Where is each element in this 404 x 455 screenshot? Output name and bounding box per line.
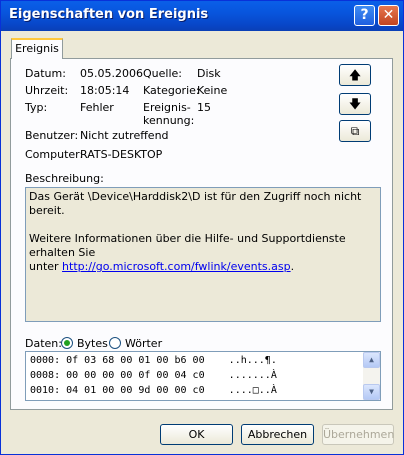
description-line-3: unter http://go.microsoft.com/fwlink/eve… bbox=[29, 260, 295, 273]
data-hex-view[interactable]: 0000: 0f 03 68 00 01 00 b6 00 ..h...¶. 0… bbox=[25, 351, 381, 401]
ok-button[interactable]: OK bbox=[160, 424, 233, 445]
close-button[interactable]: ✕ bbox=[378, 5, 399, 26]
properties-dialog: Eigenschaften von Ereignis ? ✕ Ereignis … bbox=[0, 0, 404, 455]
hex-row: 0000: 0f 03 68 00 01 00 b6 00 ..h...¶. bbox=[30, 355, 277, 366]
computer-label: Computer: bbox=[25, 148, 84, 161]
quelle-label: Quelle: bbox=[143, 67, 182, 80]
kategorie-value: Keine bbox=[197, 84, 228, 97]
bytes-radio-label: Bytes bbox=[77, 337, 108, 350]
tab-ereignis[interactable]: Ereignis bbox=[11, 38, 63, 59]
quelle-value: Disk bbox=[197, 67, 221, 80]
next-event-button[interactable]: 🡇 bbox=[339, 93, 371, 115]
benutzer-value: Nicht zutreffend bbox=[80, 129, 169, 142]
help-button[interactable]: ? bbox=[354, 5, 375, 26]
kennung-value: 15 bbox=[197, 101, 211, 114]
kategorie-label: Kategorie: bbox=[143, 84, 200, 97]
copy-icon: ⧉ bbox=[350, 124, 360, 138]
hex-row: 0008: 00 00 00 00 0f 00 04 c0 .......À bbox=[30, 370, 277, 381]
previous-event-button[interactable]: 🡅 bbox=[339, 64, 371, 86]
uhrzeit-label: Uhrzeit: bbox=[25, 84, 69, 97]
bytes-radio[interactable] bbox=[61, 337, 73, 349]
description-label: Beschreibung: bbox=[25, 172, 104, 185]
datum-value: 05.05.2006 bbox=[80, 67, 143, 80]
description-line-2: Weitere Informationen über die Hilfe- un… bbox=[29, 232, 346, 259]
scroll-down-icon[interactable]: ▼ bbox=[363, 384, 380, 400]
computer-value: RATS-DESKTOP bbox=[80, 148, 163, 161]
hex-scrollbar[interactable]: ▲ ▼ bbox=[363, 352, 380, 400]
apply-button[interactable]: Übernehmen bbox=[322, 424, 394, 445]
words-radio-label: Wörter bbox=[125, 337, 163, 350]
kennung-label-line1: Ereignis- bbox=[143, 101, 191, 114]
window-title: Eigenschaften von Ereignis bbox=[9, 7, 209, 22]
arrow-up-icon: 🡅 bbox=[348, 68, 362, 82]
typ-label: Typ: bbox=[25, 101, 48, 114]
copy-button[interactable]: ⧉ bbox=[339, 120, 371, 142]
title-bar[interactable]: Eigenschaften von Ereignis ? ✕ bbox=[1, 1, 403, 31]
words-radio[interactable] bbox=[109, 337, 121, 349]
hex-row: 0010: 04 01 00 00 9d 00 00 c0 ....□..À bbox=[30, 385, 277, 396]
arrow-down-icon: 🡇 bbox=[348, 97, 362, 111]
benutzer-label: Benutzer: bbox=[25, 129, 79, 142]
data-label: Daten: bbox=[25, 337, 62, 350]
kennung-label-line2: kennung: bbox=[143, 114, 195, 127]
typ-value: Fehler bbox=[80, 101, 114, 114]
datum-label: Datum: bbox=[25, 67, 66, 80]
cancel-button[interactable]: Abbrechen bbox=[241, 424, 314, 445]
help-link[interactable]: http://go.microsoft.com/fwlink/events.as… bbox=[62, 260, 291, 273]
scroll-up-icon[interactable]: ▲ bbox=[363, 352, 380, 368]
description-line-1: Das Gerät \Device\Harddisk2\D ist für de… bbox=[29, 190, 362, 217]
uhrzeit-value: 18:05:14 bbox=[80, 84, 130, 97]
description-box[interactable]: Das Gerät \Device\Harddisk2\D ist für de… bbox=[25, 187, 381, 322]
